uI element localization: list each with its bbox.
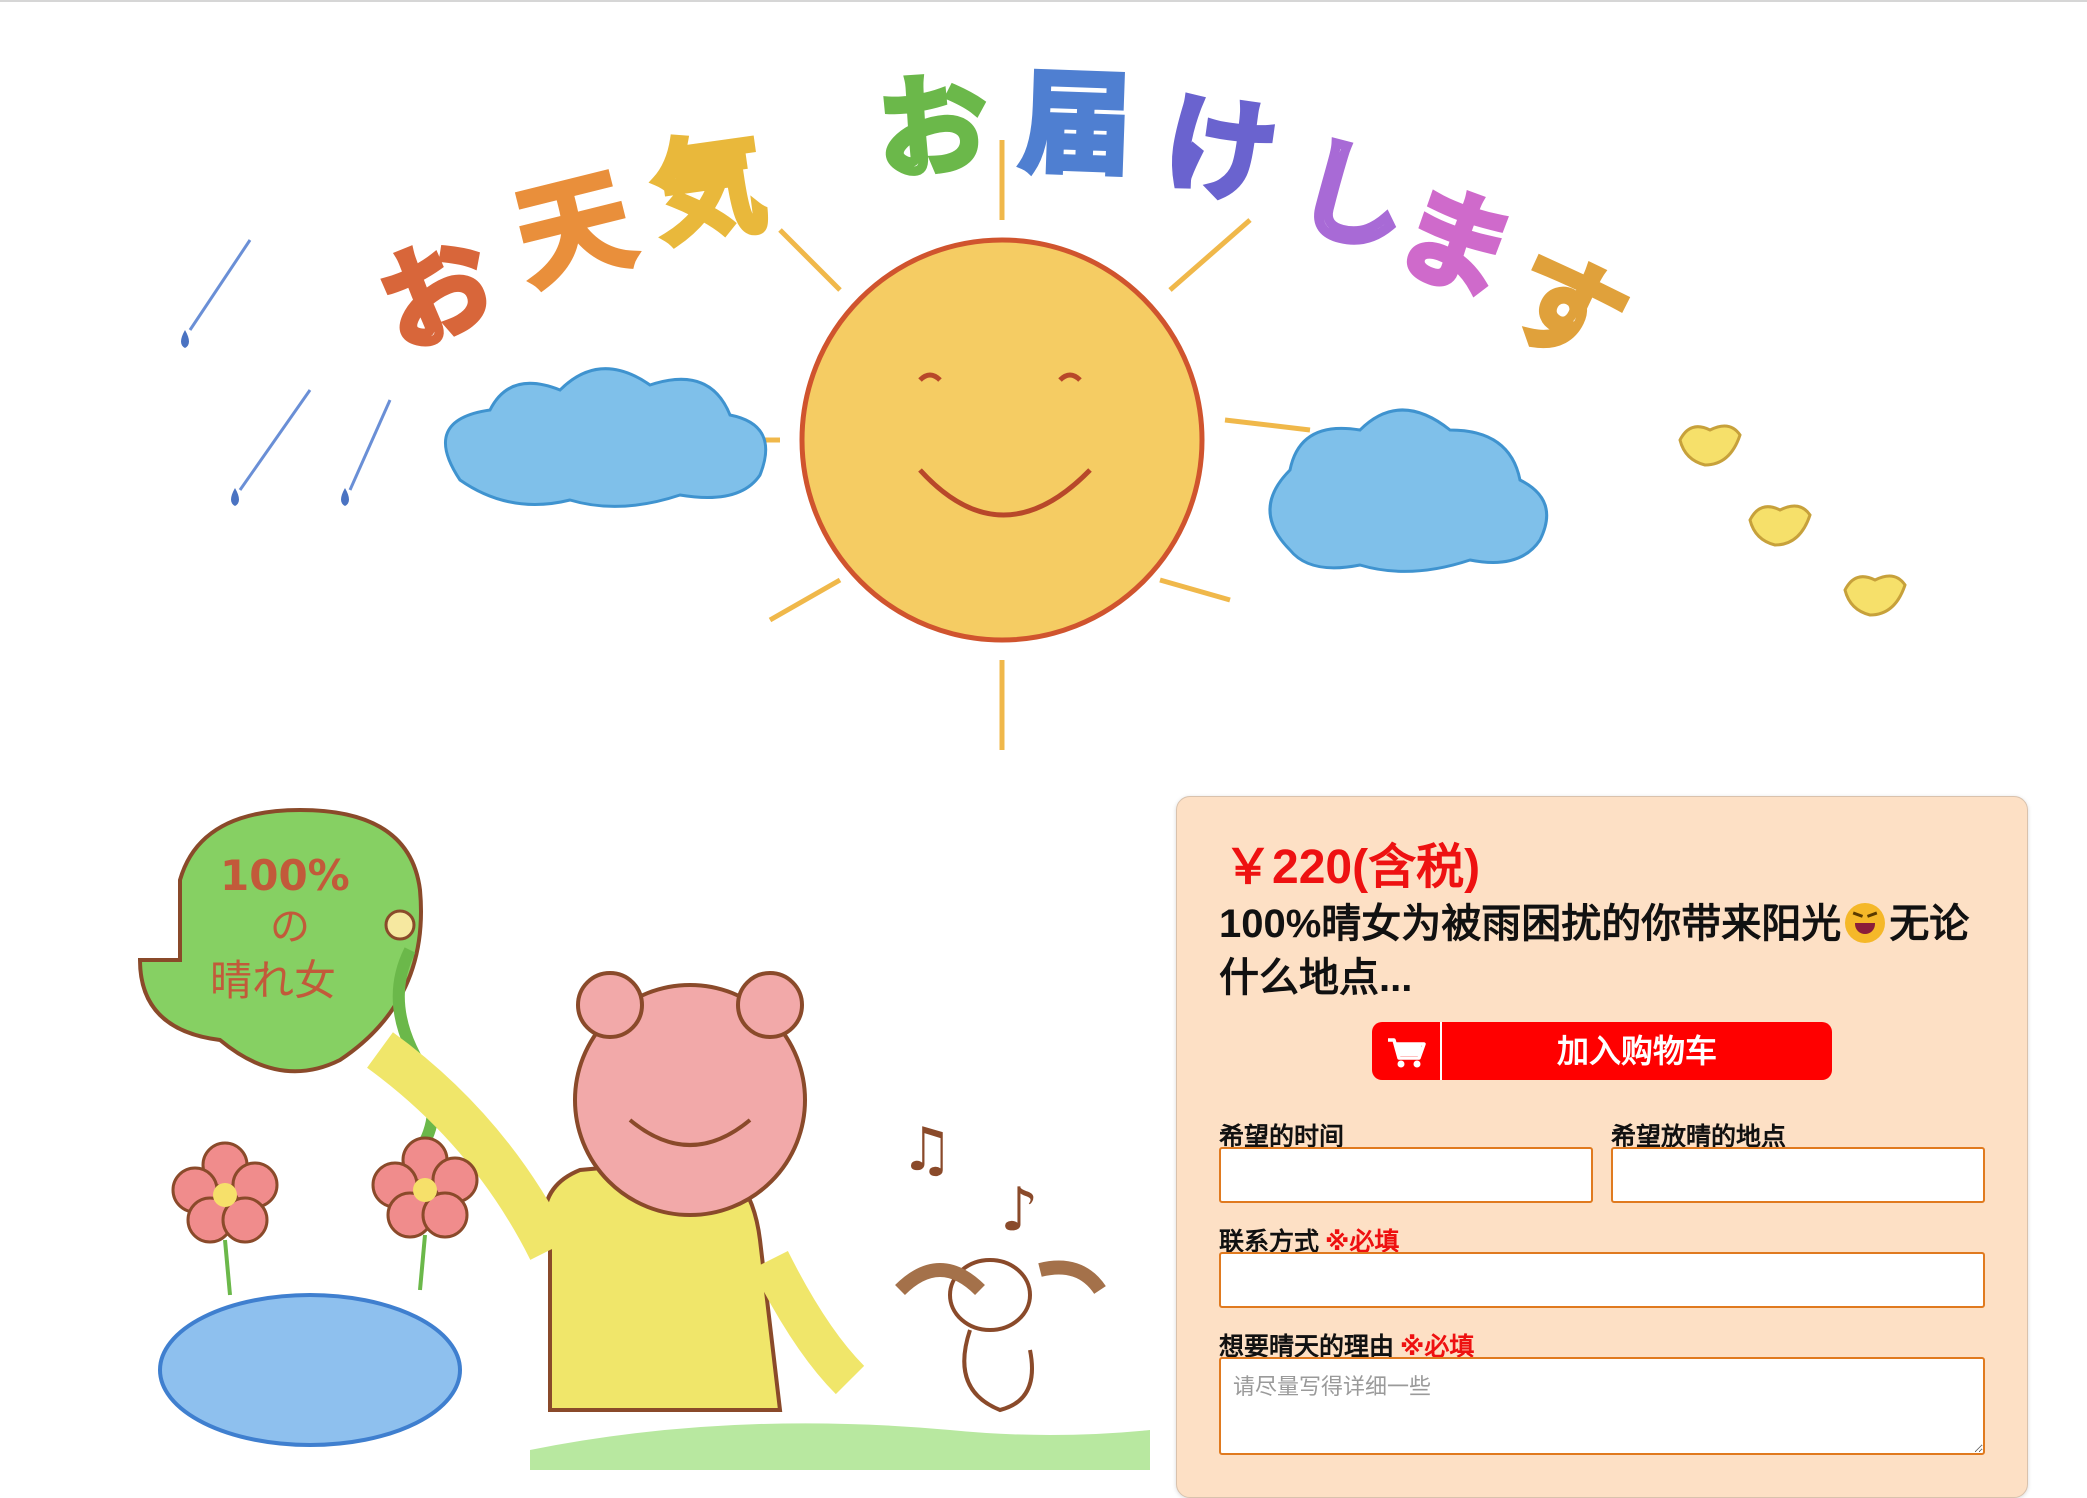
- product-price: ￥220(含税): [1224, 841, 1481, 894]
- svg-text:届: 届: [1019, 58, 1133, 190]
- sunny-girl-illustration: 100% の 晴れ女 ♫♪: [137, 807, 1150, 1470]
- time-input[interactable]: [1219, 1147, 1593, 1203]
- place-input[interactable]: [1611, 1147, 1985, 1203]
- svg-text:け: け: [1156, 79, 1283, 221]
- flowers-icon: [171, 1136, 479, 1296]
- product-title-text-1: 100%晴女为被雨困扰的你带来阳光: [1219, 902, 1842, 946]
- shopping-cart-icon: [1372, 1022, 1442, 1080]
- cloud-left-icon: [443, 367, 768, 508]
- rain-drops: [188, 239, 392, 491]
- cloud-right-icon: [1268, 408, 1549, 573]
- leaf-sign-icon: 100% の 晴れ女: [137, 807, 440, 1154]
- leaf-text-1: 100%: [220, 851, 350, 900]
- svg-text:♫: ♫: [900, 1115, 954, 1185]
- svg-text:♪: ♪: [1000, 1175, 1038, 1245]
- contact-input[interactable]: [1219, 1252, 1985, 1308]
- add-to-cart-label: 加入购物车: [1556, 1033, 1717, 1069]
- svg-text:す: す: [1489, 228, 1644, 391]
- reason-textarea[interactable]: [1219, 1357, 1985, 1455]
- sun-icon: [799, 237, 1205, 643]
- music-notes-icon: ♫♪: [900, 1115, 1038, 1245]
- weather-hero-illustration: お 天 気 お 届 け し ま す: [181, 55, 1907, 750]
- product-title: 100%晴女为被雨困扰的你带来阳光 无论什么地点...: [1219, 897, 1999, 1005]
- top-border: [0, 0, 2087, 2]
- bird-icons: [1678, 424, 1907, 617]
- add-to-cart-button[interactable]: 加入购物车: [1372, 1022, 1832, 1080]
- grass-icon: [530, 1423, 1150, 1470]
- product-panel: ￥220(含税) 100%晴女为被雨困扰的你带来阳光 无论什么地点... 加入购物…: [1176, 796, 2028, 1498]
- svg-text:気: 気: [646, 119, 773, 261]
- svg-text:お: お: [873, 61, 992, 196]
- leaf-text-2: の: [270, 904, 310, 950]
- svg-text:天: 天: [505, 154, 643, 305]
- svg-text:お: お: [362, 214, 512, 374]
- puddle-icon: [158, 1293, 462, 1447]
- leaf-text-3: 晴れ女: [210, 956, 336, 1005]
- laughing-face-icon: [1845, 903, 1886, 943]
- puppy-icon: [895, 1258, 1106, 1413]
